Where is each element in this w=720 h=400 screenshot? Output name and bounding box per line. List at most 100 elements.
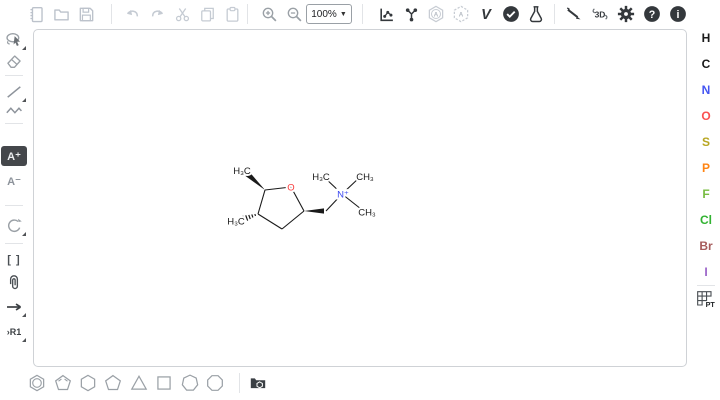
zoom-level-value: 100% bbox=[311, 9, 337, 20]
atom-label-n-methyl-upper-left[interactable]: H₃C bbox=[312, 172, 330, 183]
atom-label-methyl-upper-left[interactable]: H₃C bbox=[233, 166, 251, 177]
template-cyclopentane-button[interactable] bbox=[101, 371, 125, 395]
cyclobutane-icon bbox=[155, 374, 173, 392]
cyclopentadiene-icon bbox=[54, 374, 72, 392]
element-button-cl[interactable]: Cl bbox=[695, 210, 717, 230]
paste-button[interactable] bbox=[220, 2, 244, 26]
cut-button[interactable] bbox=[170, 2, 194, 26]
3d-viewer-button[interactable]: 3D bbox=[588, 2, 612, 26]
save-button[interactable] bbox=[74, 2, 98, 26]
atom-label-n-methyl-lower-right[interactable]: CH₃ bbox=[358, 208, 376, 219]
toolbar-separator bbox=[362, 4, 363, 24]
reaction-arrow-icon bbox=[5, 298, 23, 316]
edit-group bbox=[120, 2, 244, 26]
rgroup-label: ›R1 bbox=[7, 327, 22, 337]
element-button-i[interactable]: I bbox=[695, 262, 717, 282]
element-button-p[interactable]: P bbox=[695, 158, 717, 178]
element-button-f[interactable]: F bbox=[695, 184, 717, 204]
app-group: 3D ? i bbox=[562, 2, 690, 26]
open-icon bbox=[53, 6, 70, 23]
reaction-arrow-tool[interactable] bbox=[1, 296, 27, 318]
element-button-h[interactable]: H bbox=[695, 28, 717, 48]
charge-minus-tool[interactable]: A⁻ bbox=[1, 171, 27, 191]
template-cyclobutane-button[interactable] bbox=[152, 371, 176, 395]
dearomatize-button[interactable]: A bbox=[449, 2, 473, 26]
wedge-bond bbox=[304, 208, 324, 213]
molecule-2-5-dimethyl-tetrahydrofuran-trimethylammonium: O N⁺ H₃C H₃C H₃C CH₃ CH₃ bbox=[34, 30, 688, 368]
periodic-table-button[interactable]: PT bbox=[695, 288, 717, 312]
element-button-c[interactable]: C bbox=[695, 54, 717, 74]
element-button-n[interactable]: N bbox=[695, 80, 717, 100]
toolbar-separator bbox=[239, 373, 240, 393]
select-lasso-tool[interactable] bbox=[1, 29, 27, 51]
svg-text:V: V bbox=[481, 7, 492, 23]
rotate-icon bbox=[5, 217, 23, 235]
aromatize-icon: A bbox=[427, 5, 445, 23]
layout-button[interactable] bbox=[374, 2, 398, 26]
zoom-out-button[interactable] bbox=[282, 2, 306, 26]
check-structure-icon bbox=[502, 5, 520, 23]
template-cyclooctane-button[interactable] bbox=[203, 371, 227, 395]
chain-tool[interactable] bbox=[1, 99, 27, 121]
help-button[interactable]: ? bbox=[640, 2, 664, 26]
toolbar-separator bbox=[697, 285, 715, 286]
check-structure-button[interactable] bbox=[499, 2, 523, 26]
toolbar-separator bbox=[5, 123, 23, 124]
tool-dropdown-indicator bbox=[22, 338, 26, 342]
recognize-button[interactable] bbox=[562, 2, 586, 26]
paperclip-icon bbox=[5, 274, 23, 292]
molecule-bonds[interactable] bbox=[243, 172, 361, 229]
drawing-canvas[interactable]: O N⁺ H₃C H₃C H₃C CH₃ CH₃ bbox=[33, 29, 687, 367]
rgroup-tool[interactable]: ›R1 bbox=[1, 321, 27, 343]
element-button-br[interactable]: Br bbox=[695, 236, 717, 256]
atom-label-oxygen[interactable]: O bbox=[287, 183, 294, 194]
open-button[interactable] bbox=[49, 2, 73, 26]
svg-text:i: i bbox=[677, 9, 680, 21]
erase-tool[interactable] bbox=[1, 50, 27, 72]
cyclopropane-icon bbox=[130, 374, 148, 392]
copy-icon bbox=[199, 6, 216, 23]
template-library-button[interactable] bbox=[246, 371, 270, 395]
clean-up-icon bbox=[403, 6, 420, 23]
bond bbox=[258, 190, 265, 214]
toolbar-separator bbox=[5, 75, 23, 76]
sgroup-tool[interactable]: [ ] bbox=[1, 249, 27, 271]
atom-label-nitrogen[interactable]: N⁺ bbox=[337, 190, 349, 201]
aromatize-button[interactable]: A bbox=[424, 2, 448, 26]
template-library-icon bbox=[249, 374, 267, 392]
3d-viewer-icon: 3D bbox=[591, 5, 609, 23]
gear-icon bbox=[617, 5, 635, 23]
template-cycloheptane-button[interactable] bbox=[178, 371, 202, 395]
benzene-icon bbox=[28, 374, 46, 392]
copy-button[interactable] bbox=[195, 2, 219, 26]
template-cyclopentadiene-button[interactable] bbox=[51, 371, 75, 395]
clean-up-button[interactable] bbox=[399, 2, 423, 26]
redo-button[interactable] bbox=[145, 2, 169, 26]
new-document-button[interactable] bbox=[24, 2, 48, 26]
element-button-s[interactable]: S bbox=[695, 132, 717, 152]
svg-text:A: A bbox=[434, 11, 439, 18]
atom-label-n-methyl-upper-right[interactable]: CH₃ bbox=[356, 172, 374, 183]
rotate-tool[interactable] bbox=[1, 215, 27, 237]
svg-text:PT: PT bbox=[706, 300, 716, 309]
about-button[interactable]: i bbox=[666, 2, 690, 26]
template-benzene-button[interactable] bbox=[25, 371, 49, 395]
redo-icon bbox=[149, 6, 166, 23]
atom-label-methyl-lower-left[interactable]: H₃C bbox=[227, 217, 245, 228]
cyclohexane-icon bbox=[79, 374, 97, 392]
attachment-point-tool[interactable] bbox=[1, 272, 27, 294]
calculated-values-button[interactable] bbox=[524, 2, 548, 26]
zoom-in-button[interactable] bbox=[257, 2, 281, 26]
template-cyclopropane-button[interactable] bbox=[127, 371, 151, 395]
zoom-level-dropdown[interactable]: 100% ▼ bbox=[306, 4, 352, 24]
charge-plus-tool[interactable]: A⁺ bbox=[1, 146, 27, 166]
undo-button[interactable] bbox=[120, 2, 144, 26]
structure-tools-group: A A V bbox=[374, 2, 548, 26]
template-cyclohexane-button[interactable] bbox=[76, 371, 100, 395]
element-button-o[interactable]: O bbox=[695, 106, 717, 126]
molecule-editor-window: { "app": {"type": "chemical structure ed… bbox=[0, 0, 720, 400]
cut-icon bbox=[174, 6, 191, 23]
settings-button[interactable] bbox=[614, 2, 638, 26]
zoom-out-icon bbox=[286, 6, 303, 23]
calculate-cip-button[interactable]: V bbox=[474, 2, 498, 26]
